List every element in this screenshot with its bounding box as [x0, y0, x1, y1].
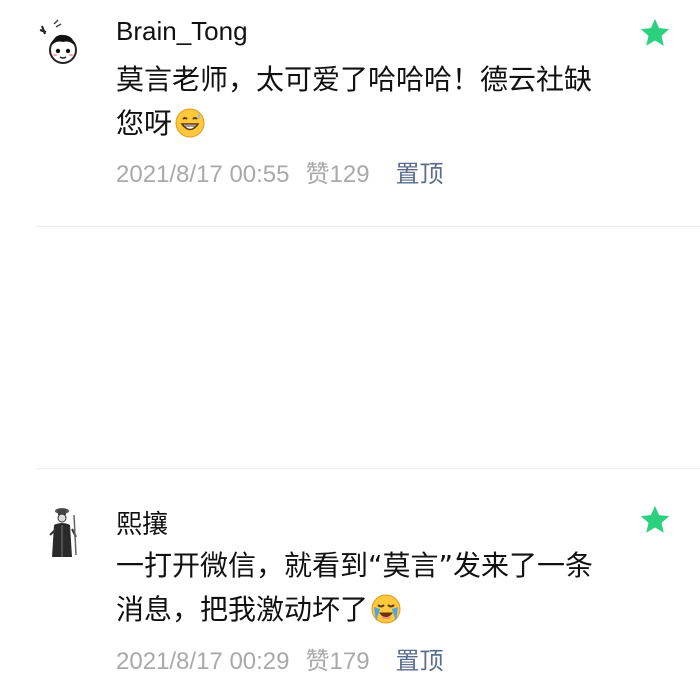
divider: [36, 468, 700, 469]
pin-to-top-link[interactable]: 置顶: [396, 648, 444, 675]
comment-item: Brain_Tong 莫言老师，太可爱了哈哈哈！德云社缺您呀 2021/8/17…: [0, 0, 700, 227]
pin-to-top-link[interactable]: 置顶: [396, 161, 444, 188]
comment-text: 一打开微信，就看到“莫言”发来了一条消息，把我激动坏了: [116, 544, 606, 632]
comment-text: 莫言老师，太可爱了哈哈哈！德云社缺您呀: [116, 58, 606, 146]
timestamp: 2021/8/17 00:55: [116, 161, 290, 188]
crying-emoji-icon: [371, 594, 401, 624]
divider: [36, 226, 700, 227]
grinning-sweat-emoji-icon: [175, 108, 205, 138]
timestamp: 2021/8/17 00:29: [116, 648, 290, 675]
comment-meta: 2021/8/17 00:55 赞129 置顶: [116, 154, 444, 189]
avatar-figure-icon[interactable]: [36, 505, 86, 561]
avatar-cartoon-icon[interactable]: [36, 18, 86, 74]
comment-username[interactable]: 熙攘: [116, 504, 168, 541]
star-icon[interactable]: [638, 503, 672, 537]
like-count[interactable]: 赞129: [306, 161, 370, 188]
comment-item: 熙攘 一打开微信，就看到“莫言”发来了一条消息，把我激动坏了 2021/8/17…: [0, 240, 700, 675]
comment-meta: 2021/8/17 00:29 赞179 置顶: [116, 641, 444, 676]
comment-body: 一打开微信，就看到“莫言”发来了一条消息，把我激动坏了: [116, 549, 594, 626]
comment-username[interactable]: Brain_Tong: [116, 16, 248, 47]
like-count[interactable]: 赞179: [306, 648, 370, 675]
star-icon[interactable]: [638, 16, 672, 50]
